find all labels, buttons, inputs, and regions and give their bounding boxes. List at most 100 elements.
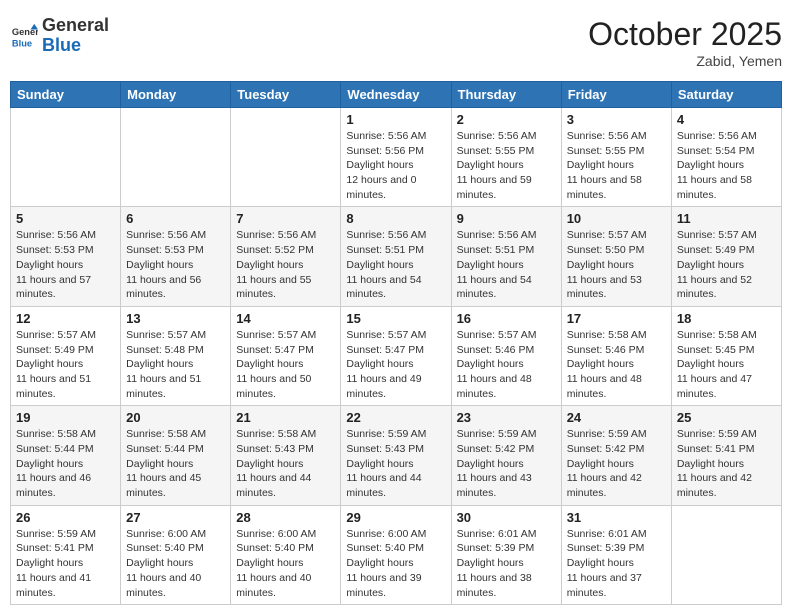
day-number: 20 <box>126 410 225 425</box>
day-info: Sunrise: 5:56 AMSunset: 5:51 PMDaylight … <box>457 228 556 301</box>
calendar-cell: 25 Sunrise: 5:59 AMSunset: 5:41 PMDayligh… <box>671 406 781 505</box>
calendar-week-row: 5Sunrise: 5:56 AMSunset: 5:53 PMDaylight… <box>11 207 782 306</box>
daylight-line1: Daylight hours <box>457 457 556 472</box>
daylight-line1: Daylight hours <box>567 457 666 472</box>
weekday-header: Sunday <box>11 82 121 108</box>
daylight-line1: Daylight hours <box>16 457 115 472</box>
daylight-line2: 11 hours and 43 minutes. <box>457 471 556 500</box>
daylight-line1: Daylight hours <box>677 357 776 372</box>
sunset-line: Sunset: 5:45 PM <box>677 343 776 358</box>
calendar-cell: 31Sunrise: 6:01 AMSunset: 5:39 PMDayligh… <box>561 505 671 604</box>
sunset-line: Sunset: 5:55 PM <box>567 144 666 159</box>
sunset-line: Sunset: 5:43 PM <box>236 442 335 457</box>
sunrise-line: Sunrise: 5:58 AM <box>16 427 115 442</box>
month-title: October 2025 <box>588 16 782 53</box>
sunset-line: Sunset: 5:42 PM <box>457 442 556 457</box>
daylight-line1: Daylight hours <box>236 457 335 472</box>
daylight-line1: Daylight hours <box>677 158 776 173</box>
day-info: Sunrise: 5:59 AMSunset: 5:41 PMDaylight … <box>677 427 776 500</box>
sunrise-line: Sunrise: 5:58 AM <box>567 328 666 343</box>
day-number: 13 <box>126 311 225 326</box>
calendar-cell: 18Sunrise: 5:58 AMSunset: 5:45 PMDayligh… <box>671 306 781 405</box>
calendar-table: SundayMondayTuesdayWednesdayThursdayFrid… <box>10 81 782 605</box>
sunset-line: Sunset: 5:55 PM <box>457 144 556 159</box>
daylight-line1: Daylight hours <box>457 158 556 173</box>
calendar-cell: 11Sunrise: 5:57 AMSunset: 5:49 PMDayligh… <box>671 207 781 306</box>
daylight-line2: 11 hours and 58 minutes. <box>677 173 776 202</box>
calendar-week-row: 1Sunrise: 5:56 AMSunset: 5:56 PMDaylight… <box>11 108 782 207</box>
sunset-line: Sunset: 5:43 PM <box>346 442 445 457</box>
sunrise-line: Sunrise: 5:56 AM <box>346 228 445 243</box>
daylight-line1: Daylight hours <box>567 158 666 173</box>
sunrise-line: Sunrise: 5:56 AM <box>346 129 445 144</box>
day-number: 9 <box>457 211 556 226</box>
sunrise-line: Sunrise: 5:58 AM <box>126 427 225 442</box>
day-info: Sunrise: 5:56 AMSunset: 5:55 PMDaylight … <box>457 129 556 202</box>
day-number: 3 <box>567 112 666 127</box>
daylight-line2: 11 hours and 49 minutes. <box>346 372 445 401</box>
day-number: 19 <box>16 410 115 425</box>
calendar-cell: 3Sunrise: 5:56 AMSunset: 5:55 PMDaylight… <box>561 108 671 207</box>
sunrise-line: Sunrise: 5:59 AM <box>16 527 115 542</box>
day-info: Sunrise: 5:56 AMSunset: 5:51 PMDaylight … <box>346 228 445 301</box>
daylight-line2: 11 hours and 51 minutes. <box>126 372 225 401</box>
calendar-week-row: 26Sunrise: 5:59 AMSunset: 5:41 PMDayligh… <box>11 505 782 604</box>
day-info: Sunrise: 5:57 AMSunset: 5:49 PMDaylight … <box>16 328 115 401</box>
sunset-line: Sunset: 5:41 PM <box>16 541 115 556</box>
daylight-line2: 12 hours and 0 minutes. <box>346 173 445 202</box>
calendar-cell: 21 Sunrise: 5:58 AMSunset: 5:43 PMDayligh… <box>231 406 341 505</box>
day-info: Sunrise: 6:00 AMSunset: 5:40 PMDaylight … <box>126 527 225 600</box>
sunrise-line: Sunrise: 5:57 AM <box>677 228 776 243</box>
daylight-line2: 11 hours and 40 minutes. <box>236 571 335 600</box>
sunset-line: Sunset: 5:48 PM <box>126 343 225 358</box>
calendar-cell: 29Sunrise: 6:00 AMSunset: 5:40 PMDayligh… <box>341 505 451 604</box>
sunrise-line: Sunrise: 5:57 AM <box>346 328 445 343</box>
sunset-line: Sunset: 5:39 PM <box>567 541 666 556</box>
day-number: 15 <box>346 311 445 326</box>
day-info: Sunrise: 5:58 AMSunset: 5:43 PMDaylight … <box>236 427 335 500</box>
sunrise-line: Sunrise: 5:57 AM <box>236 328 335 343</box>
day-number: 10 <box>567 211 666 226</box>
sunset-line: Sunset: 5:42 PM <box>567 442 666 457</box>
daylight-line1: Daylight hours <box>346 158 445 173</box>
sunrise-line: Sunrise: 5:57 AM <box>457 328 556 343</box>
daylight-line1: Daylight hours <box>126 258 225 273</box>
logo: General Blue General Blue <box>10 16 109 56</box>
weekday-header: Monday <box>121 82 231 108</box>
logo-general-text: General <box>42 16 109 36</box>
logo-icon: General Blue <box>10 22 38 50</box>
day-number: 30 <box>457 510 556 525</box>
calendar-cell: 7Sunrise: 5:56 AMSunset: 5:52 PMDaylight… <box>231 207 341 306</box>
daylight-line1: Daylight hours <box>16 258 115 273</box>
calendar-cell: 17Sunrise: 5:58 AMSunset: 5:46 PMDayligh… <box>561 306 671 405</box>
day-number: 25 <box>677 410 776 425</box>
calendar-cell <box>671 505 781 604</box>
day-number: 21 <box>236 410 335 425</box>
sunset-line: Sunset: 5:51 PM <box>346 243 445 258</box>
sunset-line: Sunset: 5:49 PM <box>16 343 115 358</box>
daylight-line1: Daylight hours <box>126 357 225 372</box>
day-info: Sunrise: 5:58 AMSunset: 5:45 PMDaylight … <box>677 328 776 401</box>
day-info: Sunrise: 5:58 AMSunset: 5:46 PMDaylight … <box>567 328 666 401</box>
day-info: Sunrise: 5:57 AMSunset: 5:49 PMDaylight … <box>677 228 776 301</box>
daylight-line2: 11 hours and 53 minutes. <box>567 273 666 302</box>
daylight-line2: 11 hours and 48 minutes. <box>457 372 556 401</box>
calendar-cell: 9 Sunrise: 5:56 AMSunset: 5:51 PMDaylight… <box>451 207 561 306</box>
day-info: Sunrise: 6:00 AMSunset: 5:40 PMDaylight … <box>236 527 335 600</box>
sunrise-line: Sunrise: 5:56 AM <box>16 228 115 243</box>
daylight-line2: 11 hours and 54 minutes. <box>457 273 556 302</box>
daylight-line1: Daylight hours <box>677 457 776 472</box>
day-info: Sunrise: 5:56 AMSunset: 5:54 PMDaylight … <box>677 129 776 202</box>
daylight-line2: 11 hours and 37 minutes. <box>567 571 666 600</box>
day-info: Sunrise: 5:59 AMSunset: 5:42 PMDaylight … <box>457 427 556 500</box>
day-number: 12 <box>16 311 115 326</box>
sunset-line: Sunset: 5:44 PM <box>126 442 225 457</box>
daylight-line2: 11 hours and 42 minutes. <box>677 471 776 500</box>
sunrise-line: Sunrise: 5:57 AM <box>126 328 225 343</box>
weekday-header: Saturday <box>671 82 781 108</box>
daylight-line2: 11 hours and 44 minutes. <box>236 471 335 500</box>
day-info: Sunrise: 5:57 AMSunset: 5:46 PMDaylight … <box>457 328 556 401</box>
daylight-line2: 11 hours and 41 minutes. <box>16 571 115 600</box>
day-number: 14 <box>236 311 335 326</box>
daylight-line1: Daylight hours <box>126 556 225 571</box>
